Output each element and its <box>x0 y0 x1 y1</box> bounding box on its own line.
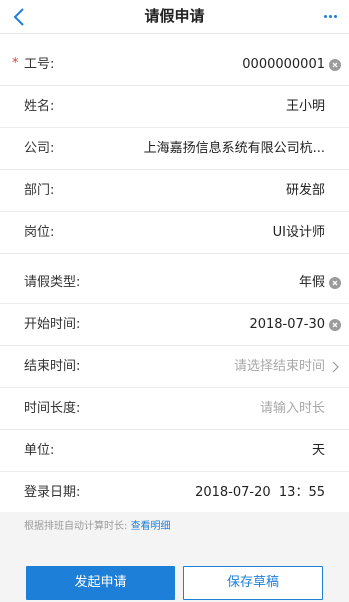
field-label: 岗位: <box>24 225 55 240</box>
field-duration[interactable]: 时间长度: 请输入时长 <box>0 388 349 430</box>
submit-button[interactable]: 发起申请 <box>26 566 175 600</box>
name-value: 王小明 <box>285 99 325 114</box>
field-label: 登录日期: <box>24 485 81 500</box>
field-label: 时间长度: <box>24 401 81 416</box>
field-label: 开始时间: <box>24 317 81 332</box>
field-label: 姓名: <box>24 99 55 114</box>
hint-text: 根据排班自动计算时长: <box>24 521 128 532</box>
field-label: 结束时间: <box>24 359 81 374</box>
field-name: 姓名: 王小明 <box>0 86 349 128</box>
field-label: 单位: <box>24 443 55 458</box>
field-company: 公司: 上海嘉扬信息系统有限公司杭... <box>0 128 349 170</box>
save-draft-button[interactable]: 保存草稿 <box>183 566 323 600</box>
field-department: 部门: 研发部 <box>0 170 349 212</box>
end-time-picker[interactable]: 请选择结束时间 <box>234 346 325 388</box>
clear-icon[interactable] <box>329 319 341 331</box>
department-value: 研发部 <box>285 183 325 198</box>
clear-icon[interactable] <box>329 59 341 71</box>
unit-value: 天 <box>311 443 325 458</box>
duration-input[interactable]: 请输入时长 <box>260 388 325 430</box>
field-label: 请假类型: <box>24 275 81 290</box>
nav-bar: 请假申请 <box>0 0 349 34</box>
login-date-value: 2018-07-20 13：55 <box>195 485 325 500</box>
more-dot <box>328 14 332 18</box>
page-title: 请假申请 <box>144 7 205 25</box>
start-time-picker[interactable]: 2018-07-30 <box>249 304 325 346</box>
field-end-time[interactable]: 结束时间: 请选择结束时间 <box>0 346 349 388</box>
more-button[interactable] <box>317 4 343 28</box>
view-details-link[interactable]: 查看明细 <box>131 521 171 532</box>
leave-type-select[interactable]: 年假 <box>299 262 325 304</box>
field-label: 部门: <box>24 183 55 198</box>
company-value: 上海嘉扬信息系统有限公司杭... <box>143 141 325 156</box>
required-mark: * <box>12 56 19 71</box>
more-dot <box>333 14 337 18</box>
field-label: 公司: <box>24 141 55 156</box>
more-dots-icon <box>323 14 327 18</box>
field-position: 岗位: UI设计师 <box>0 212 349 254</box>
field-label: 工号: <box>24 57 55 72</box>
employee-id-input[interactable]: 0000000001 <box>242 44 325 86</box>
field-start-time[interactable]: 开始时间: 2018-07-30 <box>0 304 349 346</box>
field-unit: 单位: 天 <box>0 430 349 472</box>
field-leave-type[interactable]: 请假类型: 年假 <box>0 262 349 304</box>
field-employee-id[interactable]: * 工号: 0000000001 <box>0 44 349 86</box>
field-login-date: 登录日期: 2018-07-20 13：55 <box>0 472 349 514</box>
clear-icon[interactable] <box>329 277 341 289</box>
chevron-right-icon[interactable] <box>329 360 341 374</box>
leave-form: * 工号: 0000000001 姓名: 王小明 公司: 上海嘉扬信息系统有限公… <box>0 34 349 512</box>
position-value: UI设计师 <box>272 225 325 240</box>
duration-hint: 根据排班自动计算时长: 查看明细 <box>24 518 171 536</box>
